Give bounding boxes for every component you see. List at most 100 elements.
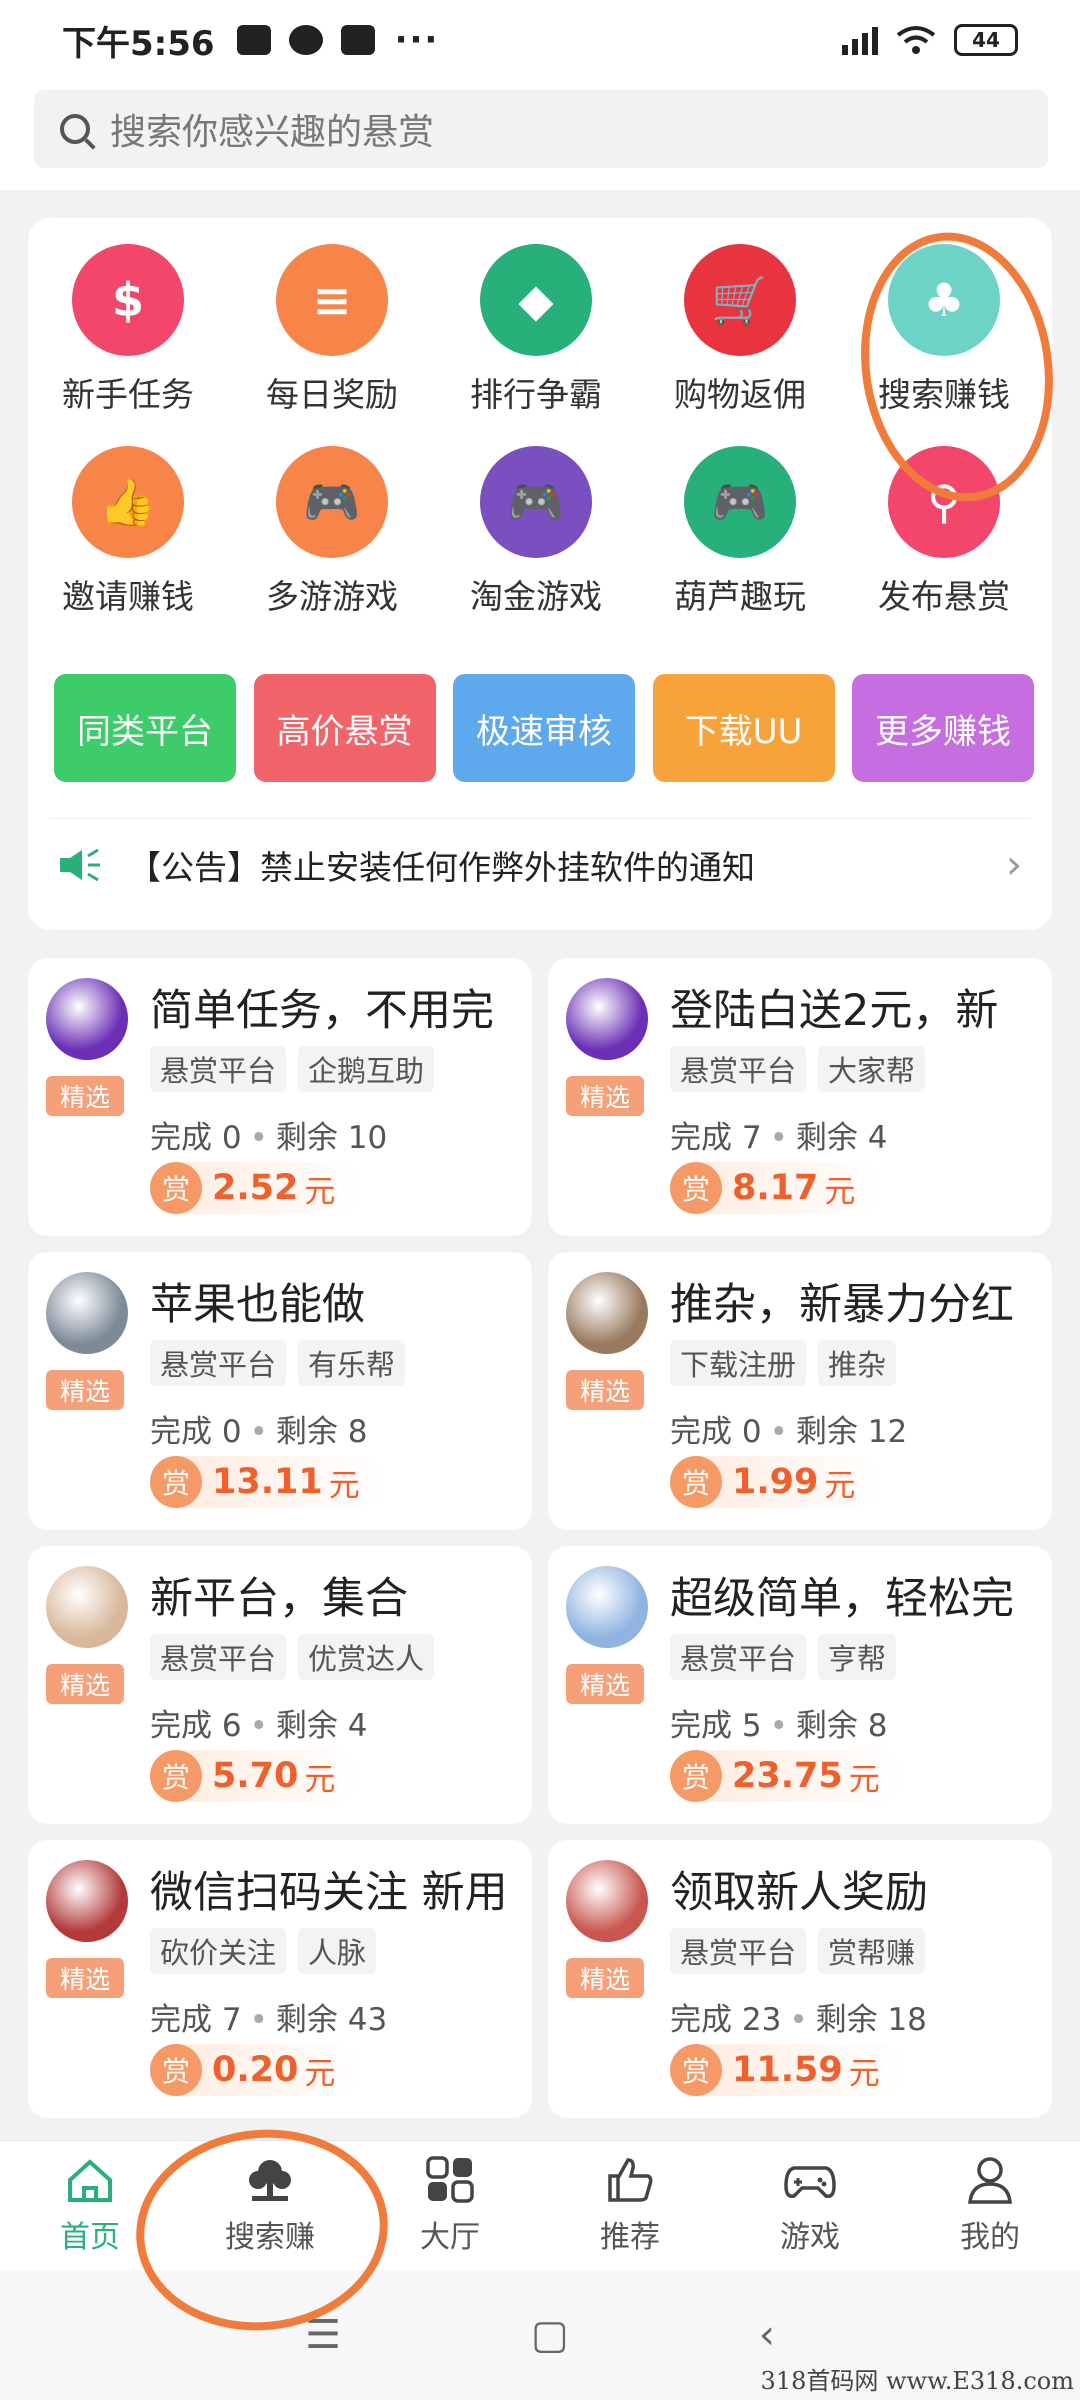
grid-icon: [424, 2155, 476, 2204]
avatar: [46, 1272, 128, 1354]
completed-count: 完成 0: [670, 1414, 762, 1450]
home-icon: [64, 2156, 116, 2204]
nav-label: 首页: [60, 2219, 120, 2255]
quick-link-button[interactable]: 极速审核: [453, 674, 635, 782]
feature-item[interactable]: 👍 邀请赚钱: [38, 446, 218, 618]
avatar: [46, 1566, 128, 1648]
feature-item[interactable]: 🎮 淘金游戏: [446, 446, 626, 618]
feature-item[interactable]: 🎮 多游游戏: [242, 446, 422, 618]
remaining-count: 剩余 18: [815, 2002, 927, 2038]
task-stats: 完成 0 • 剩余 8: [150, 1406, 367, 1451]
feature-item[interactable]: $ 新手任务: [38, 244, 218, 416]
task-tag: 砍价关注: [150, 1928, 287, 1974]
feature-label: 排行争霸: [470, 375, 602, 414]
quick-link-button[interactable]: 同类平台: [54, 674, 236, 782]
task-tag: 优赏达人: [298, 1634, 435, 1680]
feature-label: 每日奖励: [266, 375, 398, 414]
task-stats: 完成 5 • 剩余 8: [670, 1700, 887, 1745]
thumbs-up-icon: 👍: [72, 446, 184, 558]
task-title: 微信扫码关注 新用: [150, 1868, 508, 1918]
feature-label: 淘金游戏: [470, 577, 602, 616]
remaining-count: 剩余 4: [795, 1120, 888, 1156]
wifi-icon: [896, 26, 936, 54]
avatar: [46, 1860, 128, 1942]
task-title: 超级简单，轻松完: [670, 1574, 1014, 1624]
completed-count: 完成 6: [150, 1708, 242, 1744]
reward-amount: 23.75: [732, 1756, 843, 1796]
reward-icon: 赏: [150, 2044, 202, 2096]
screen: 下午5:56 ··· 44 搜索你感兴趣的悬赏 $ 新手任务 ≡ 每日奖励 ◆ 排行争霸 🛒…: [0, 0, 1080, 2400]
task-title: 苹果也能做: [150, 1280, 365, 1330]
search-input[interactable]: 搜索你感兴趣的悬赏: [34, 90, 1048, 168]
completed-count: 完成 5: [670, 1708, 762, 1744]
separator-dot: •: [769, 1708, 788, 1744]
feature-label: 购物返佣: [674, 375, 806, 414]
task-tag: 大家帮: [818, 1046, 926, 1092]
nav-item[interactable]: 大厅: [360, 2141, 540, 2270]
reward-icon: 赏: [150, 1162, 202, 1214]
completed-count: 完成 23: [670, 2002, 782, 2038]
separator-dot: •: [769, 1414, 788, 1450]
quick-link-button[interactable]: 更多赚钱: [852, 674, 1034, 782]
money-bag-icon: $: [72, 244, 184, 356]
home-square-icon[interactable]: ▢: [531, 2312, 569, 2358]
task-card[interactable]: 精选 超级简单，轻松完 悬赏平台 亨帮 完成 5 • 剩余 8 赏 23.75 元: [548, 1546, 1052, 1824]
status-time: 下午5:56: [62, 23, 215, 64]
avatar: [566, 1272, 648, 1354]
back-icon[interactable]: ‹: [759, 2312, 775, 2358]
reward-amount: 5.70: [212, 1756, 299, 1796]
nav-label: 推荐: [600, 2219, 660, 2255]
nav-item[interactable]: 游戏: [720, 2141, 900, 2270]
announcement-bar[interactable]: 【公告】禁止安装任何作弊外挂软件的通知 ›: [50, 818, 1030, 910]
reward-amount: 13.11: [212, 1462, 323, 1502]
status-bar: 下午5:56 ··· 44: [0, 0, 1080, 80]
remaining-count: 剩余 4: [275, 1708, 368, 1744]
reward-amount: 1.99: [732, 1462, 819, 1502]
task-card[interactable]: 精选 登陆白送2元，新 悬赏平台 大家帮 完成 7 • 剩余 4 赏 8.17 元: [548, 958, 1052, 1236]
search-placeholder: 搜索你感兴趣的悬赏: [110, 112, 435, 153]
task-tag: 悬赏平台: [150, 1340, 287, 1386]
more-notifications-icon: ···: [394, 20, 440, 60]
reward-unit: 元: [304, 2055, 336, 2092]
task-tag: 推杂: [818, 1340, 897, 1386]
reward-badge: 赏 2.52 元: [150, 1162, 362, 1214]
task-card[interactable]: 精选 领取新人奖励 悬赏平台 赏帮赚 完成 23 • 剩余 18 赏 11.59 元: [548, 1840, 1052, 2118]
nav-label: 游戏: [780, 2219, 840, 2255]
featured-badge: 精选: [566, 1370, 644, 1410]
completed-count: 完成 7: [670, 1120, 762, 1156]
task-card[interactable]: 精选 新平台，集合 悬赏平台 优赏达人 完成 6 • 剩余 4 赏 5.70 元: [28, 1546, 532, 1824]
gamepad-icon: 🎮: [480, 446, 592, 558]
task-card[interactable]: 精选 简单任务，不用完 悬赏平台 企鹅互助 完成 0 • 剩余 10 赏 2.52 元: [28, 958, 532, 1236]
completed-count: 完成 7: [150, 2002, 242, 2038]
task-tag: 悬赏平台: [670, 1634, 807, 1680]
feature-item[interactable]: ◆ 排行争霸: [446, 244, 626, 416]
nav-item[interactable]: 我的: [900, 2141, 1080, 2270]
remaining-count: 剩余 8: [795, 1708, 888, 1744]
task-tag: 悬赏平台: [670, 1046, 807, 1092]
separator-dot: •: [249, 2002, 268, 2038]
reward-icon: 赏: [670, 1750, 722, 1802]
quick-link-button[interactable]: 下载UU: [652, 674, 835, 782]
task-card[interactable]: 精选 苹果也能做 悬赏平台 有乐帮 完成 0 • 剩余 8 赏 13.11 元: [28, 1252, 532, 1530]
reward-icon: 赏: [150, 1750, 202, 1802]
task-card[interactable]: 精选 微信扫码关注 新用 砍价关注 人脉 完成 7 • 剩余 43 赏 0.20 元: [28, 1840, 532, 2118]
task-stats: 完成 23 • 剩余 18: [670, 1994, 927, 2039]
cart-icon: 🛒: [684, 244, 796, 356]
feature-item[interactable]: ≡ 每日奖励: [242, 244, 422, 416]
feature-item[interactable]: 🛒 购物返佣: [650, 244, 830, 416]
task-title: 登陆白送2元，新: [670, 986, 999, 1036]
task-card[interactable]: 精选 推杂，新暴力分红 下载注册 推杂 完成 0 • 剩余 12 赏 1.99 元: [548, 1252, 1052, 1530]
search-bar-container: 搜索你感兴趣的悬赏: [0, 80, 1080, 190]
task-tags: 下载注册 推杂: [670, 1340, 897, 1386]
featured-badge: 精选: [46, 1664, 124, 1704]
reward-badge: 赏 23.75 元: [670, 1750, 906, 1802]
remaining-count: 剩余 43: [275, 2002, 388, 2038]
nav-item[interactable]: 推荐: [540, 2141, 720, 2270]
reward-unit: 元: [304, 1761, 336, 1798]
feature-label: 多游游戏: [266, 577, 398, 616]
quick-link-button[interactable]: 高价悬赏: [253, 674, 436, 782]
featured-badge: 精选: [46, 1958, 124, 1998]
feature-item[interactable]: 🎮 葫芦趣玩: [650, 446, 830, 618]
avatar: [566, 978, 648, 1060]
reward-badge: 赏 11.59 元: [670, 2044, 906, 2096]
